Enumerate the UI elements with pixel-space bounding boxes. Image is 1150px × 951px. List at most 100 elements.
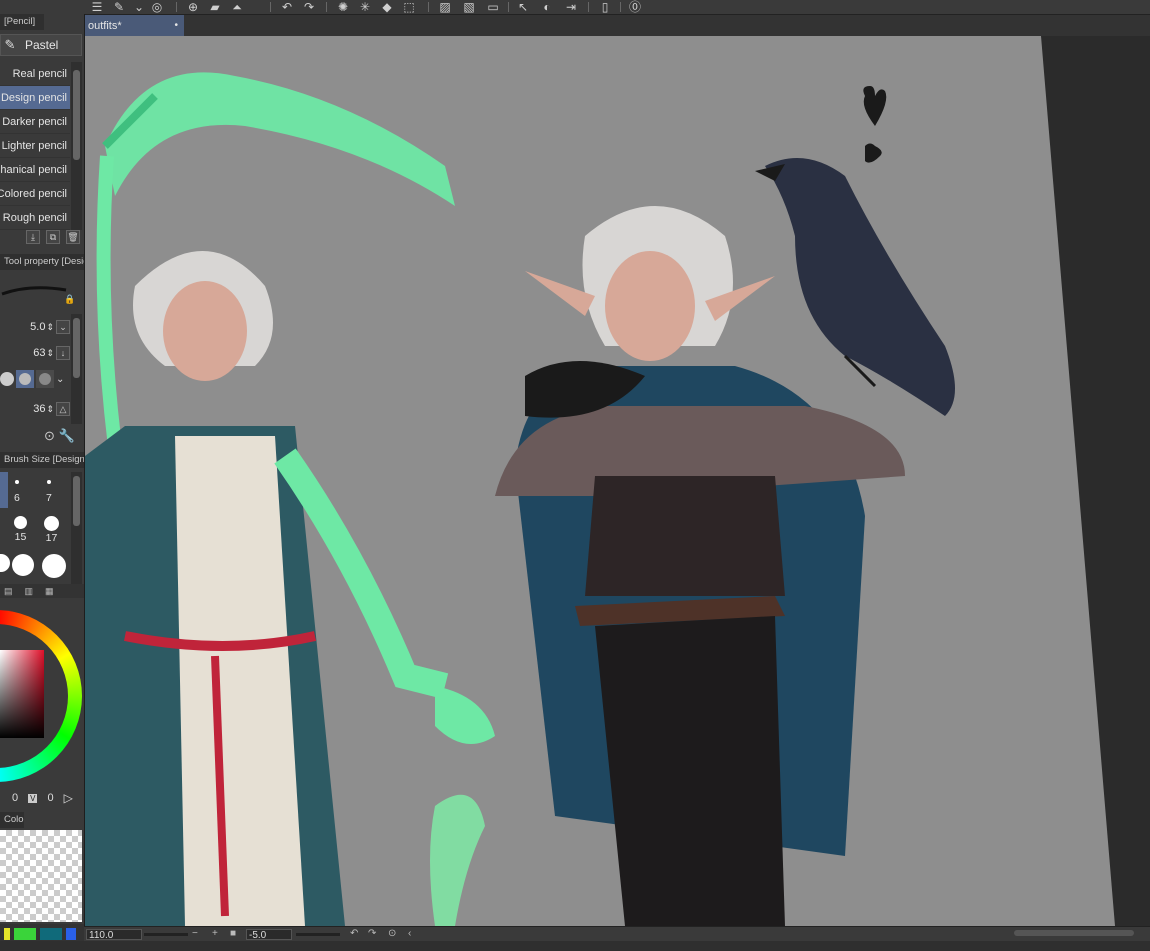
brush-size-value[interactable]: 5.0: [30, 321, 45, 333]
spinner-icon[interactable]: ⇕: [46, 404, 54, 415]
spinner-icon[interactable]: ⇕: [46, 348, 54, 359]
redo-icon[interactable]: ↷: [300, 0, 318, 14]
flip-horizontal-icon[interactable]: ‹: [408, 928, 411, 939]
saturation-value-square[interactable]: [0, 650, 44, 738]
help-icon[interactable]: ⓪: [626, 0, 644, 14]
scroll-thumb[interactable]: [73, 476, 80, 526]
brush-item-design-pencil[interactable]: Design pencil: [0, 86, 70, 110]
size-label: 17: [45, 532, 58, 544]
zoom-in-icon[interactable]: +: [212, 928, 218, 939]
brush-item-mechanical-pencil[interactable]: Mechanical pencil: [0, 158, 70, 182]
chevron-down-icon[interactable]: ⌄: [56, 374, 64, 385]
tool-tab[interactable]: [Pencil]: [0, 14, 44, 30]
duplicate-icon[interactable]: ⧉: [46, 230, 60, 244]
size-cell-17[interactable]: 17: [44, 516, 59, 544]
brush-item-rough-pencil[interactable]: Rough pencil: [0, 206, 70, 230]
brush-item-darker-pencil[interactable]: Darker pencil: [0, 110, 70, 134]
size-cell-7[interactable]: 7: [46, 480, 52, 504]
device-icon[interactable]: ▯: [596, 0, 614, 14]
wrench-icon[interactable]: 🔧: [59, 428, 75, 444]
crop-icon[interactable]: ▭: [484, 0, 502, 14]
trash-icon[interactable]: 🗑: [66, 230, 80, 244]
artwork-canvas[interactable]: [85, 36, 1150, 926]
swatch-yellow[interactable]: [4, 928, 10, 940]
pastel-group-button[interactable]: ✎ Pastel: [0, 34, 82, 56]
rotate-right-icon[interactable]: ↷: [368, 928, 376, 939]
loading-icon[interactable]: ✺: [334, 0, 352, 14]
brush-list-scrollbar[interactable]: [71, 62, 82, 230]
color-value-h[interactable]: 0: [12, 792, 18, 804]
undo-icon[interactable]: ↶: [278, 0, 296, 14]
close-dot-icon[interactable]: •: [174, 20, 178, 31]
tool-property-tab[interactable]: Tool property [Design pencil]: [0, 254, 84, 270]
horizontal-scrollbar[interactable]: [1014, 930, 1134, 936]
size-dot[interactable]: [42, 554, 66, 578]
select-arrow-icon[interactable]: ↖: [514, 0, 532, 14]
effect-icon[interactable]: ✳: [356, 0, 374, 14]
fill-icon[interactable]: ◆: [378, 0, 396, 14]
brush-item-real-pencil[interactable]: Real pencil: [0, 62, 70, 86]
color-mixing-canvas[interactable]: [0, 830, 82, 922]
size-cell-6[interactable]: 6: [14, 480, 20, 504]
color-wheel-tab-icon[interactable]: ▤: [4, 586, 13, 597]
reset-view-icon[interactable]: ⊙: [388, 928, 396, 939]
rotation-slider[interactable]: [296, 933, 340, 936]
chevron-down-icon[interactable]: ⌄: [130, 0, 148, 14]
arrow-down-icon[interactable]: ↓: [56, 346, 70, 360]
zoom-out-icon[interactable]: −: [192, 928, 198, 939]
canvas-viewport[interactable]: [85, 36, 1150, 926]
reset-icon[interactable]: ⊙: [44, 428, 55, 444]
play-icon[interactable]: ▷: [64, 791, 73, 805]
lock-icon[interactable]: 🔒: [64, 294, 75, 305]
round-shape-selected-icon[interactable]: [16, 370, 34, 388]
brush-item-colored-pencil[interactable]: Colored pencil: [0, 182, 70, 206]
new-canvas-icon[interactable]: ✎: [110, 0, 128, 14]
size-label: 6: [14, 492, 20, 504]
color-slider-tab-icon[interactable]: ▥: [25, 586, 34, 597]
swatch-teal[interactable]: [40, 928, 62, 940]
rotation-reset-icon[interactable]: ■: [230, 928, 236, 939]
selected-size-cell[interactable]: [0, 472, 8, 508]
toolbar-divider: [428, 2, 429, 12]
soft-shape-icon[interactable]: [36, 370, 54, 388]
brush-size-tab[interactable]: Brush Size [Design pencil]: [0, 452, 84, 468]
opacity-value[interactable]: 63: [33, 347, 45, 359]
round-shape-icon[interactable]: [0, 372, 14, 386]
add-icon[interactable]: ⊕: [184, 0, 202, 14]
zoom-field[interactable]: 110.0: [86, 929, 142, 941]
size-cell-15[interactable]: 15: [14, 516, 27, 543]
zoom-slider[interactable]: [144, 933, 188, 936]
scroll-thumb[interactable]: [73, 70, 80, 160]
size-label: 15: [14, 531, 27, 543]
size-scrollbar[interactable]: [71, 472, 82, 584]
size-dot[interactable]: [12, 554, 34, 576]
rotate-left-icon[interactable]: ↶: [350, 928, 358, 939]
folder-icon[interactable]: ▰: [206, 0, 224, 14]
brush-item-lighter-pencil[interactable]: Lighter pencil: [0, 134, 70, 158]
export-icon[interactable]: ⏶: [228, 0, 246, 14]
spiral-icon[interactable]: ◎: [148, 0, 166, 14]
spinner-icon[interactable]: ⇕: [46, 322, 54, 333]
download-icon[interactable]: ⤓: [26, 230, 40, 244]
size-dot[interactable]: [0, 554, 10, 572]
invert-selection-icon[interactable]: ▧: [460, 0, 478, 14]
property-scrollbar[interactable]: [71, 314, 82, 424]
triangle-icon[interactable]: △: [56, 402, 70, 416]
document-tab[interactable]: outfits* •: [84, 15, 184, 36]
menu-icon[interactable]: ☰: [88, 0, 106, 14]
clear-selection-icon[interactable]: ▨: [436, 0, 454, 14]
color-mixing-tab[interactable]: Color Mixing: [0, 812, 24, 828]
scroll-thumb[interactable]: [73, 318, 80, 378]
flip-icon[interactable]: ⇥: [562, 0, 580, 14]
swatch-green[interactable]: [14, 928, 36, 940]
color-set-tab-icon[interactable]: ▦: [45, 586, 54, 597]
swatch-blue[interactable]: [66, 928, 76, 940]
transform-icon[interactable]: ⬚: [400, 0, 418, 14]
rotation-field[interactable]: -5.0: [246, 929, 292, 941]
pressure-icon[interactable]: ⌄: [56, 320, 70, 334]
color-value-v[interactable]: 0: [47, 792, 53, 804]
toolbar-divider: [176, 2, 177, 12]
rotate-icon[interactable]: ◐: [538, 0, 556, 14]
hardness-value[interactable]: 36: [33, 403, 45, 415]
status-bar: 110.0 − + ■ -5.0 ↶ ↷ ⊙ ‹: [0, 926, 1150, 951]
